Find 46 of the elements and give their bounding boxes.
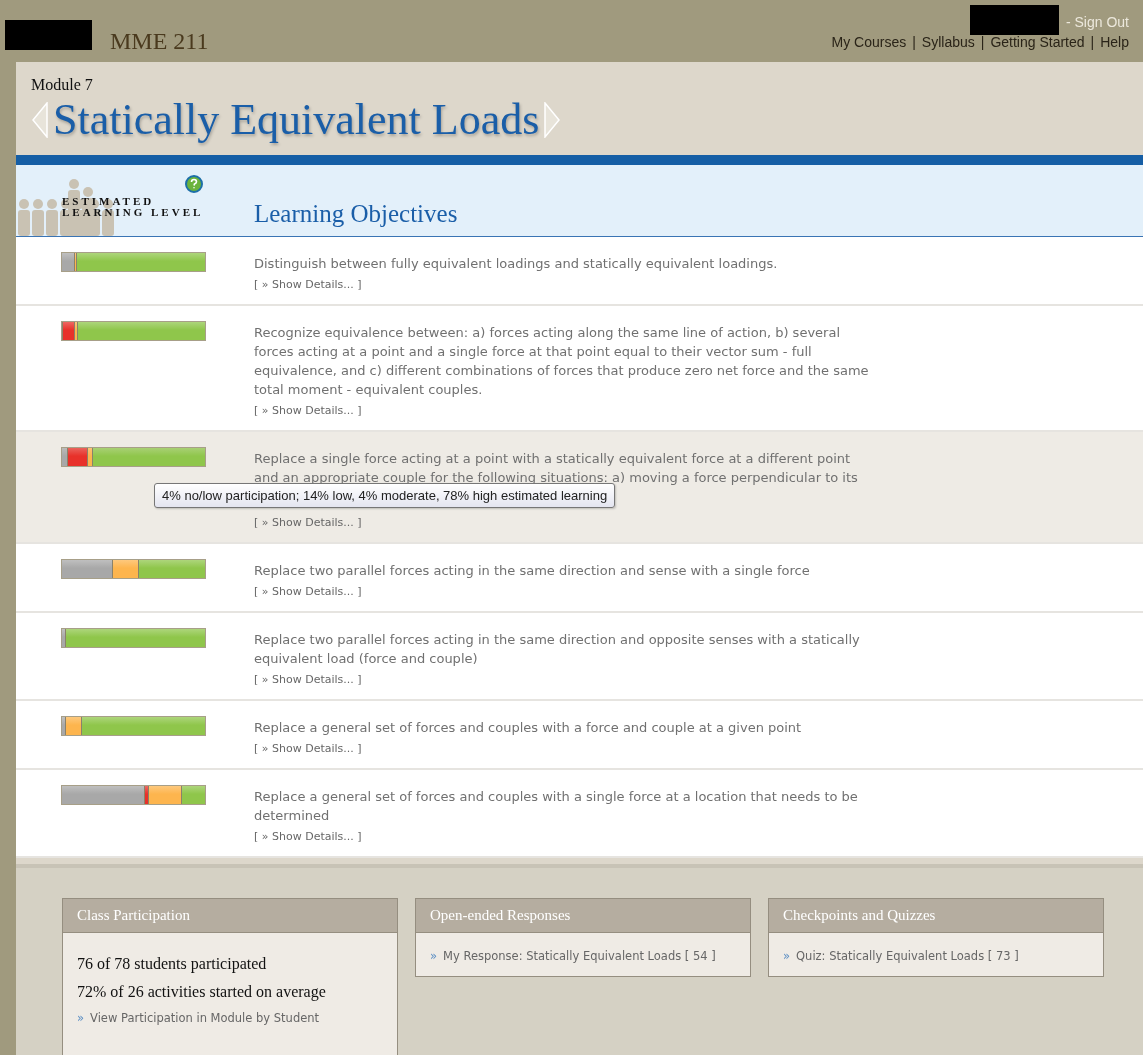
bullet-icon: » [783, 949, 791, 964]
bullet-icon: » [77, 1011, 85, 1026]
learning-level-heading: LEARNING LEVEL [62, 207, 204, 218]
help-icon[interactable] [185, 175, 203, 193]
panel-title: Class Participation [63, 899, 397, 933]
nav-separator: | [980, 34, 985, 50]
objective-text: Recognize equivalence between: a) forces acting along the same line of action, b) several forces acting at a point and a single force at that point equal to their vector sum - full equivalence, and c) different combinations of forces that produce zero net force and the same total moment - equivalent couples. [254, 324, 870, 399]
nav-link[interactable]: Syllabus [921, 34, 975, 50]
nav-link[interactable]: Help [1100, 34, 1129, 50]
objective-row[interactable]: Replace two parallel forces acting in the same direction and opposite senses with a statically equivalent load (force and couple) [ » Show Details... ] [16, 613, 1143, 701]
objective-row[interactable]: Distinguish between fully equivalent loadings and statically equivalent loadings. [ » Show Details... ] [16, 237, 1143, 306]
objective-text: Replace two parallel forces acting in the same direction and opposite senses with a statically equivalent load (force and couple) [254, 631, 861, 668]
panel-link[interactable]: View Participation in Module by Student [90, 1011, 320, 1026]
show-details-link[interactable]: [ » Show Details... ] [254, 404, 362, 417]
objective-row[interactable]: Replace two parallel forces acting in the same direction and sense with a single force [ » Show Details... ] [16, 544, 1143, 613]
tooltip: 4% no/low participation; 14% low, 4% moderate, 78% high estimated learning [154, 483, 616, 508]
objective-row[interactable] [16, 432, 1143, 544]
show-details-link[interactable]: [ » Show Details... ] [254, 516, 362, 529]
objective-text: Replace two parallel forces acting in the same direction and sense with a single force [254, 562, 811, 580]
module-title: Statically Equivalent Loads [53, 94, 540, 146]
objective-text: Distinguish between fully equivalent loadings and statically equivalent loadings. [254, 255, 779, 273]
objective-text: Replace a general set of forces and couples with a single force at a location that needs to be determined [254, 788, 859, 825]
nav-link[interactable]: Getting Started [990, 34, 1085, 50]
panel-title: Open-ended Responses [416, 899, 750, 933]
learning-level-heading: ESTIMATED [62, 196, 156, 207]
participation-stat: 76 of 78 students participated [77, 955, 268, 973]
participation-stat: 72% of 26 activities started on average [77, 983, 327, 1001]
objective-text: Replace a general set of forces and couples with a force and couple at a given point [254, 719, 803, 737]
module-label: Module 7 [31, 76, 94, 94]
panel-link[interactable]: My Response: Statically Equivalent Loads [ 54 ] [443, 949, 716, 964]
show-details-link[interactable]: [ » Show Details... ] [254, 585, 362, 598]
show-details-link[interactable]: [ » Show Details... ] [254, 830, 362, 843]
panel-title: Checkpoints and Quizzes [769, 899, 1103, 933]
bullet-icon: » [430, 949, 438, 964]
objective-row[interactable]: Replace a general set of forces and couples with a force and couple at a given point [ » Show Details... ] [16, 701, 1143, 770]
objective-row[interactable] [16, 306, 1143, 432]
objective-row[interactable]: Replace a general set of forces and couples with a single force at a location that needs to be determined [ » Show Details... ] [16, 770, 1143, 858]
nav-separator: | [1090, 34, 1095, 50]
show-details-link[interactable]: [ » Show Details... ] [254, 742, 362, 755]
section-heading: Learning Objectives [254, 200, 458, 228]
panel-link[interactable]: Quiz: Statically Equivalent Loads [ 73 ] [796, 949, 1019, 964]
nav-separator: | [912, 34, 916, 50]
nav-link[interactable]: My Courses [831, 34, 907, 50]
show-details-link[interactable]: [ » Show Details... ] [254, 673, 362, 686]
show-details-link[interactable]: [ » Show Details... ] [254, 278, 362, 291]
course-title: MME 211 [110, 28, 209, 54]
